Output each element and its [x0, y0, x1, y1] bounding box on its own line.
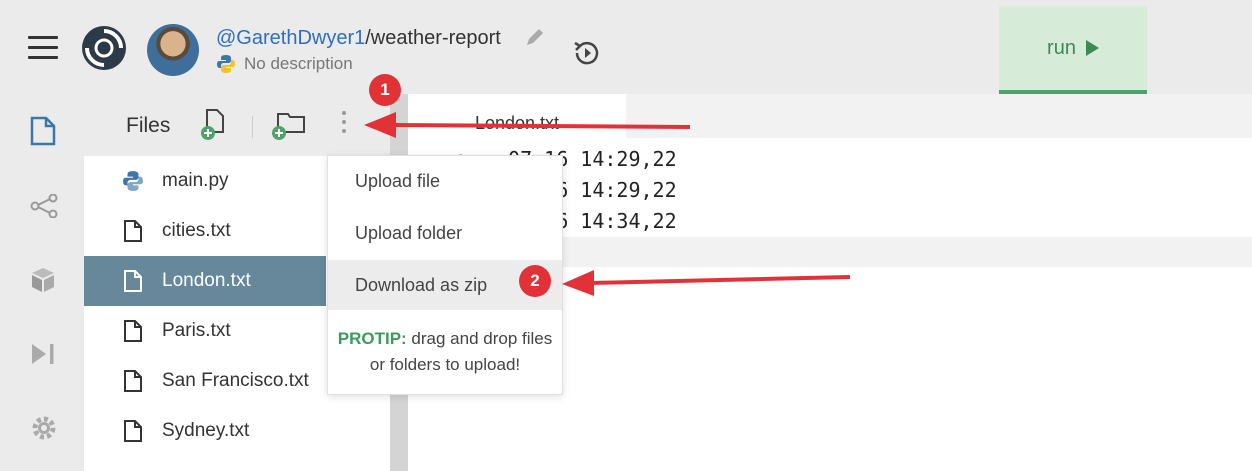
file-name: San Francisco.txt — [162, 370, 309, 391]
share-icon[interactable] — [30, 194, 58, 218]
avatar[interactable] — [147, 24, 199, 76]
kebab-menu-icon[interactable] — [340, 111, 348, 141]
repo-title: @GarethDwyer1/weather-report — [216, 27, 501, 50]
settings-icon[interactable] — [30, 414, 58, 442]
file-item-london-txt[interactable]: London.txt — [84, 256, 326, 306]
python-icon — [217, 55, 235, 73]
file-icon — [120, 370, 146, 392]
top-header: @GarethDwyer1/weather-report No descript… — [0, 0, 1252, 94]
annotation-badge-1: 1 — [369, 74, 401, 106]
file-name: Sydney.txt — [162, 420, 250, 441]
annotation-badge-2: 2 — [519, 265, 551, 297]
files-title: Files — [126, 114, 171, 137]
replit-logo-icon[interactable] — [80, 24, 128, 72]
debugger-icon[interactable] — [30, 342, 56, 366]
run-button[interactable]: run — [999, 6, 1147, 94]
description-row: No description — [216, 54, 353, 74]
pencil-icon[interactable] — [524, 26, 546, 48]
file-icon — [120, 320, 146, 342]
editor-tabbar: London.txt — [408, 94, 1252, 138]
protip-text: PROTIP: drag and drop files or folders t… — [328, 326, 562, 378]
menu-item-upload-folder[interactable]: Upload folder — [328, 208, 562, 258]
file-name: Paris.txt — [162, 320, 231, 341]
play-icon — [1085, 40, 1099, 56]
files-header: Files — [84, 94, 392, 156]
hamburger-icon[interactable] — [28, 36, 58, 60]
repo-description[interactable]: No description — [244, 54, 353, 74]
python-icon — [120, 170, 146, 192]
add-folder-icon[interactable] — [270, 108, 306, 142]
protip-label: PROTIP: — [337, 329, 407, 348]
repo-name: /weather-report — [365, 27, 501, 49]
file-icon — [120, 220, 146, 242]
run-label: run — [1047, 36, 1076, 59]
sidebar-rail — [0, 94, 84, 471]
file-name: London.txt — [162, 270, 251, 291]
file-icon — [120, 420, 146, 442]
editor-tab[interactable]: London.txt — [408, 94, 626, 138]
toolbar-divider — [252, 116, 253, 138]
files-icon[interactable] — [30, 116, 56, 146]
history-icon[interactable] — [571, 37, 603, 69]
file-icon — [120, 270, 146, 292]
file-name: main.py — [162, 170, 229, 191]
repo-user-link[interactable]: @GarethDwyer1 — [216, 27, 365, 49]
file-name: cities.txt — [162, 220, 231, 241]
package-icon[interactable] — [30, 266, 56, 294]
add-file-icon[interactable] — [199, 108, 229, 142]
menu-item-upload-file[interactable]: Upload file — [328, 156, 562, 206]
file-item-sydney-txt[interactable]: Sydney.txt — [84, 406, 392, 456]
